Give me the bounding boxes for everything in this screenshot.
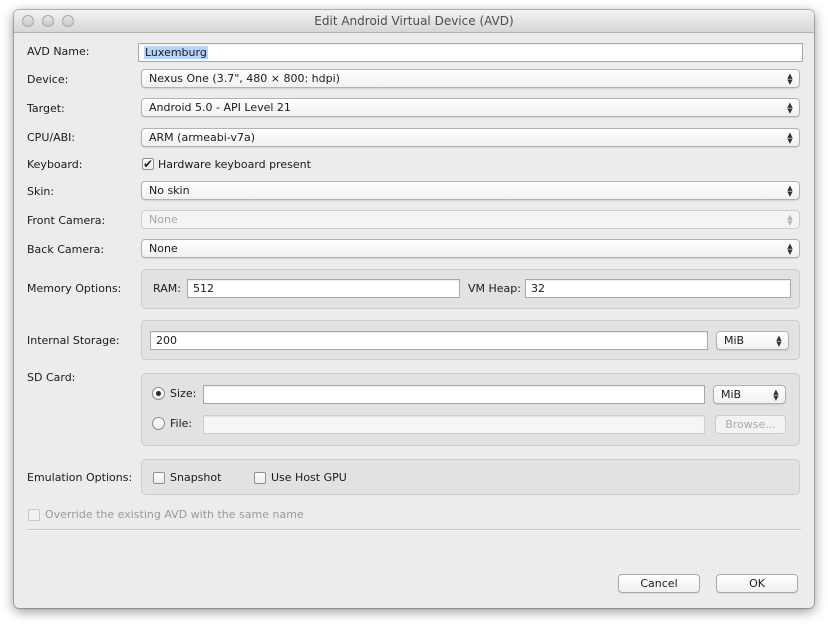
internal-storage-unit-value: MiB xyxy=(724,334,745,347)
emulation-options-label: Emulation Options: xyxy=(27,471,133,484)
cpu-abi-label: CPU/ABI: xyxy=(27,131,76,144)
cpu-abi-value: ARM (armeabi-v7a) xyxy=(149,131,255,144)
sd-size-label: Size: xyxy=(170,387,197,400)
popup-arrows-icon: ▲ ▼ xyxy=(787,212,793,227)
avd-name-field[interactable]: Luxemburg xyxy=(138,43,803,62)
sd-size-unit-value: MiB xyxy=(721,388,742,401)
cpu-abi-popup[interactable]: ARM (armeabi-v7a) ▲ ▼ xyxy=(141,128,800,147)
override-label: Override the existing AVD with the same … xyxy=(45,508,304,521)
checkmark-icon: ✔ xyxy=(143,157,154,171)
ram-field[interactable] xyxy=(187,279,460,298)
popup-arrows-icon: ▲ ▼ xyxy=(787,183,793,198)
vm-heap-field[interactable] xyxy=(525,279,791,298)
device-label: Device: xyxy=(27,73,69,86)
skin-value: No skin xyxy=(149,184,190,197)
avd-dialog-window: Edit Android Virtual Device (AVD) AVD Na… xyxy=(14,10,814,608)
sd-size-radio[interactable] xyxy=(152,387,165,400)
use-host-gpu-checkbox[interactable] xyxy=(254,472,266,484)
target-popup[interactable]: Android 5.0 - API Level 21 ▲ ▼ xyxy=(141,98,800,117)
browse-button[interactable]: Browse... xyxy=(715,415,786,434)
ok-button[interactable]: OK xyxy=(716,574,798,593)
sd-file-label: File: xyxy=(170,417,193,430)
skin-popup[interactable]: No skin ▲ ▼ xyxy=(141,181,800,200)
emulation-options-group: Snapshot Use Host GPU xyxy=(141,459,800,495)
title-bar: Edit Android Virtual Device (AVD) xyxy=(14,10,814,33)
avd-name-label: AVD Name: xyxy=(27,45,90,58)
separator xyxy=(27,529,801,531)
sd-size-field[interactable] xyxy=(203,385,705,404)
skin-label: Skin: xyxy=(27,185,55,198)
back-camera-popup[interactable]: None ▲ ▼ xyxy=(141,239,800,258)
memory-options-group: RAM: VM Heap: xyxy=(141,269,800,309)
window-title: Edit Android Virtual Device (AVD) xyxy=(314,14,514,28)
device-value: Nexus One (3.7", 480 × 800: hdpi) xyxy=(149,72,340,85)
override-checkbox[interactable] xyxy=(28,509,40,521)
target-value: Android 5.0 - API Level 21 xyxy=(149,101,291,114)
device-popup[interactable]: Nexus One (3.7", 480 × 800: hdpi) ▲ ▼ xyxy=(141,69,800,88)
snapshot-label: Snapshot xyxy=(170,471,222,484)
hardware-keyboard-label: Hardware keyboard present xyxy=(158,158,311,171)
hardware-keyboard-checkbox[interactable]: ✔ xyxy=(142,158,154,170)
memory-options-label: Memory Options: xyxy=(27,282,122,295)
back-camera-value: None xyxy=(149,242,178,255)
sd-file-radio[interactable] xyxy=(152,417,165,430)
back-camera-label: Back Camera: xyxy=(27,243,105,256)
ram-label: RAM: xyxy=(153,282,181,295)
sd-size-unit-popup[interactable]: MiB ▲ ▼ xyxy=(713,385,786,404)
internal-storage-label: Internal Storage: xyxy=(27,334,120,347)
vm-heap-label: VM Heap: xyxy=(468,282,521,295)
popup-arrows-icon: ▲ ▼ xyxy=(776,333,782,348)
radio-selected-dot xyxy=(156,391,161,396)
snapshot-checkbox[interactable] xyxy=(153,472,165,484)
internal-storage-group: MiB ▲▼ xyxy=(141,320,800,360)
sd-file-field[interactable] xyxy=(203,415,705,434)
popup-arrows-icon: ▲ ▼ xyxy=(787,130,793,145)
front-camera-popup[interactable]: None ▲ ▼ xyxy=(141,210,800,229)
popup-arrows-icon: ▲ ▼ xyxy=(787,100,793,115)
internal-storage-unit-popup[interactable]: MiB ▲ ▼ xyxy=(716,331,789,350)
popup-arrows-icon: ▲ ▼ xyxy=(787,241,793,256)
popup-arrows-icon: ▲ ▼ xyxy=(787,71,793,86)
front-camera-value: None xyxy=(149,213,178,226)
sd-card-label: SD Card: xyxy=(27,371,76,384)
cancel-button[interactable]: Cancel xyxy=(618,574,700,593)
front-camera-label: Front Camera: xyxy=(27,214,106,227)
use-host-gpu-label: Use Host GPU xyxy=(271,471,347,484)
popup-arrows-icon: ▲ ▼ xyxy=(773,387,779,402)
sd-card-group: Size: MiB ▲ ▼ File: Browse... xyxy=(141,373,800,446)
target-label: Target: xyxy=(27,102,65,115)
keyboard-label: Keyboard: xyxy=(27,158,83,171)
internal-storage-field[interactable] xyxy=(150,331,708,350)
avd-name-value: Luxemburg xyxy=(144,46,208,59)
